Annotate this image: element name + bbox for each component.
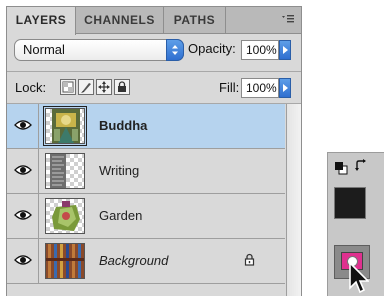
lock-label: Lock: — [15, 80, 47, 95]
layer-row-buddha[interactable]: Buddha — [7, 104, 285, 149]
blend-row: Normal Opacity: 100% — [7, 39, 301, 65]
default-colors-icon[interactable] — [334, 161, 348, 180]
lock-image-pixels-icon[interactable] — [78, 79, 94, 95]
visibility-toggle[interactable] — [7, 149, 39, 193]
layers-scrollbar[interactable] — [286, 104, 301, 296]
lock-position-icon[interactable] — [96, 79, 112, 95]
layer-thumbnail-writing — [45, 153, 85, 189]
layer-thumbnail-buddha — [43, 106, 87, 146]
eye-icon — [14, 120, 32, 130]
lock-row: Lock: Fill: 100% — [7, 77, 301, 101]
lock-all-icon[interactable] — [114, 79, 130, 95]
layer-thumbnail-garden — [45, 198, 85, 234]
fill-input[interactable]: 100% — [241, 78, 279, 98]
visibility-toggle[interactable] — [7, 239, 39, 283]
layer-name[interactable]: Buddha — [99, 118, 147, 133]
layer-name[interactable]: Garden — [99, 208, 142, 223]
visibility-toggle[interactable] — [7, 194, 39, 238]
fill-label: Fill: — [219, 80, 240, 95]
layer-row-writing[interactable]: Writing — [7, 149, 285, 194]
select-arrows-icon[interactable] — [166, 39, 184, 61]
arrow-cursor-icon — [349, 261, 370, 296]
eye-icon — [14, 165, 32, 175]
layer-row-garden[interactable]: Garden — [7, 194, 285, 239]
opacity-label: Opacity: — [188, 41, 236, 56]
tab-channels[interactable]: CHANNELS — [76, 7, 164, 34]
layers-panel: LAYERS CHANNELS PATHS Normal Opacity: 10… — [6, 6, 302, 296]
panel-menu-icon[interactable] — [281, 14, 295, 26]
eye-icon — [14, 255, 32, 265]
blend-mode-value: Normal — [23, 42, 65, 57]
lock-transparent-pixels-icon[interactable] — [60, 79, 76, 95]
swap-colors-icon[interactable] — [354, 159, 368, 178]
layer-name[interactable]: Writing — [99, 163, 139, 178]
foreground-color-swatch[interactable] — [334, 187, 366, 219]
panel-tab-bar: LAYERS CHANNELS PATHS — [7, 7, 301, 35]
tab-paths[interactable]: PATHS — [164, 7, 226, 34]
tab-layers[interactable]: LAYERS — [7, 7, 76, 35]
divider — [7, 71, 301, 72]
opacity-slider-button[interactable] — [279, 40, 291, 60]
layer-name[interactable]: Background — [99, 253, 168, 268]
fill-slider-button[interactable] — [279, 78, 291, 98]
layer-lock-icon — [244, 253, 255, 271]
layer-thumbnail-background — [45, 243, 85, 279]
eye-icon — [14, 210, 32, 220]
layer-list: Buddha Writing Garden Background — [7, 104, 285, 284]
layer-row-background[interactable]: Background — [7, 239, 285, 284]
opacity-input[interactable]: 100% — [241, 40, 279, 60]
blend-mode-select[interactable]: Normal — [14, 39, 184, 61]
visibility-toggle[interactable] — [7, 104, 39, 148]
